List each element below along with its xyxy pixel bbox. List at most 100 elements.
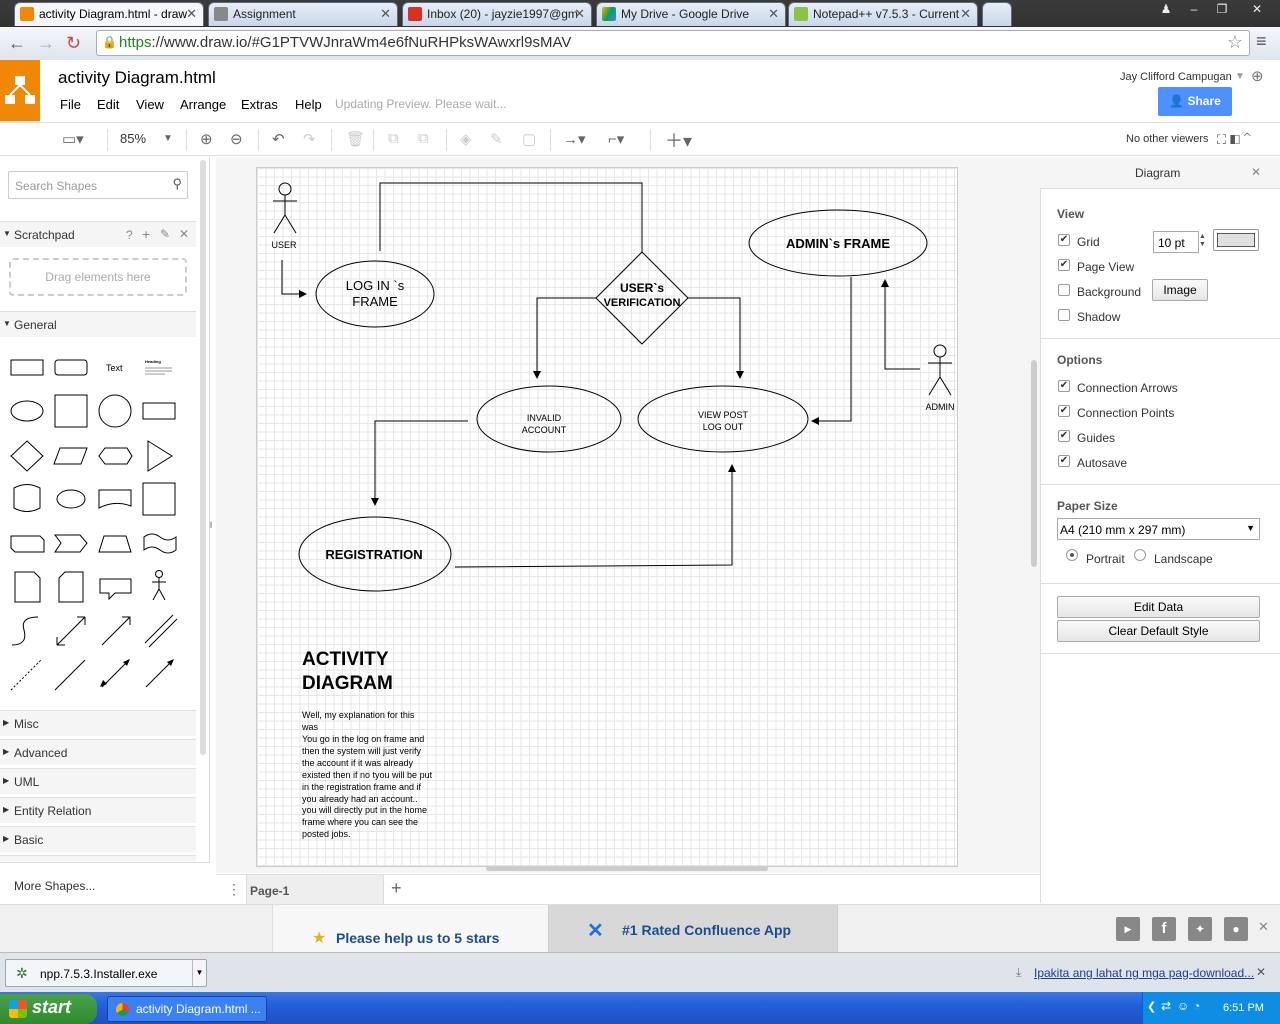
internal-storage-shape[interactable] <box>142 482 176 516</box>
close-tab-icon[interactable]: ✕ <box>960 6 971 22</box>
help-icon[interactable]: ? <box>126 228 133 242</box>
delete-icon[interactable]: 🗑 <box>346 130 365 148</box>
activity-diagram[interactable]: USER ADMIN LOG IN `s FRAME USER`s VERIFI… <box>256 167 958 867</box>
arrow-shape[interactable] <box>101 616 131 646</box>
note-shape[interactable] <box>14 571 41 603</box>
edit-data-button[interactable]: Edit Data <box>1057 596 1260 618</box>
general-header[interactable]: ▼ General <box>0 311 196 337</box>
clock[interactable]: 6:51 PM <box>1223 1002 1264 1014</box>
advanced-header[interactable]: ▶ Advanced <box>0 739 196 765</box>
text-shape[interactable]: Text <box>106 363 123 373</box>
grid-checkbox[interactable]: ✔ <box>1058 234 1070 246</box>
user-actor[interactable] <box>273 182 297 234</box>
grid-size-input[interactable]: 10 pt <box>1153 231 1199 253</box>
background-image-button[interactable]: Image <box>1152 279 1208 301</box>
guides-checkbox[interactable]: ✔ <box>1058 430 1070 442</box>
close-footer-icon[interactable]: ✕ <box>1258 919 1269 935</box>
process-shape[interactable] <box>142 402 176 420</box>
misc-header[interactable]: ▶ Misc <box>0 710 196 736</box>
triangle-shape[interactable] <box>147 440 173 472</box>
fullscreen-icon[interactable]: ⛶ ◧ ⌃ <box>1217 132 1251 148</box>
globe-icon[interactable]: ⊕ <box>1251 67 1264 85</box>
to-front-icon[interactable]: ⧉ <box>388 130 399 147</box>
sidebar-scrollbar[interactable] <box>200 160 206 755</box>
format-panel-icon[interactable]: ▭▾ <box>62 130 84 148</box>
close-tab-icon[interactable]: ✕ <box>768 6 779 22</box>
tray-expand-icon[interactable]: ❮ <box>1147 1000 1156 1013</box>
landscape-radio[interactable] <box>1134 549 1146 561</box>
line-color-icon[interactable]: ✎ <box>490 130 503 148</box>
close-tab-icon[interactable]: ✕ <box>186 6 197 22</box>
heading-shape[interactable]: Heading <box>145 359 161 364</box>
close-tab-icon[interactable]: ✕ <box>574 6 585 22</box>
dashed-line-shape[interactable] <box>10 659 42 691</box>
square-shape[interactable] <box>54 394 88 428</box>
confluence-banner[interactable]: ✕ #1 Rated Confluence App <box>548 905 838 953</box>
diamond-shape[interactable] <box>10 440 44 472</box>
tab-page-1[interactable]: Page-1 <box>246 875 384 905</box>
scratchpad-header[interactable]: ▼ Scratchpad ? + ✎ ✕ <box>0 221 196 247</box>
line-shape[interactable] <box>54 659 86 691</box>
rate-banner[interactable]: ★ Please help us to 5 stars <box>272 905 548 953</box>
zoom-select[interactable]: 85% <box>120 131 146 146</box>
pages-menu-icon[interactable]: ⋮ <box>227 881 241 898</box>
card-shape[interactable] <box>58 571 84 603</box>
insert-icon[interactable]: ＋▾ <box>665 127 692 153</box>
close-icon[interactable]: ✕ <box>179 227 189 241</box>
basic-header[interactable]: ▶ Basic <box>0 826 196 852</box>
tab-inbox[interactable]: Inbox (20) - jayzie1997@gm ✕ <box>402 2 592 26</box>
admin-actor[interactable] <box>928 344 952 396</box>
canvas-horizontal-scrollbar[interactable] <box>486 866 768 871</box>
uml-header[interactable]: ▶ UML <box>0 768 196 794</box>
hexagon-shape[interactable] <box>98 447 133 465</box>
start-button[interactable]: start <box>0 994 97 1024</box>
autosave-checkbox[interactable]: ✔ <box>1058 455 1070 467</box>
user-name[interactable]: Jay Clifford Campugan <box>1120 71 1232 83</box>
minimize-icon[interactable]: – <box>1180 0 1208 18</box>
link-shape[interactable] <box>144 614 178 648</box>
tab-google-drive[interactable]: My Drive - Google Drive ✕ <box>596 2 786 26</box>
facebook-icon[interactable]: f <box>1152 917 1176 941</box>
clear-default-style-button[interactable]: Clear Default Style <box>1057 620 1260 642</box>
url-input[interactable]: 🔒 https://www.draw.io/#G1PTVWJnraWm4e6fN… <box>96 30 1250 56</box>
tab-assignment[interactable]: Assignment ✕ <box>208 2 398 26</box>
network-icon[interactable]: ⇄ <box>1161 999 1171 1013</box>
messenger-icon[interactable]: ☺ <box>1177 999 1189 1013</box>
edge-admin-frame-to-viewpost[interactable] <box>811 277 852 425</box>
back-icon[interactable]: ← <box>8 33 26 54</box>
background-checkbox[interactable] <box>1058 284 1070 296</box>
entity-relation-header[interactable]: ▶ Entity Relation <box>0 797 196 823</box>
twitter-icon[interactable]: ✦ <box>1188 917 1212 941</box>
github-icon[interactable]: ● <box>1224 917 1248 941</box>
edge-user-to-login[interactable] <box>281 260 307 298</box>
reload-icon[interactable]: ↻ <box>66 33 81 54</box>
more-shapes-link[interactable]: More Shapes... <box>14 879 95 893</box>
cube-shape[interactable] <box>10 535 45 553</box>
chrome-menu-icon[interactable]: ≡ <box>1256 31 1267 52</box>
profile-icon[interactable]: ♟ <box>1152 0 1180 18</box>
waypoints-icon[interactable]: ⌐▾ <box>608 130 624 148</box>
new-tab-button[interactable] <box>982 2 1012 26</box>
edge-registration-to-viewpost[interactable] <box>454 464 736 568</box>
edge-login-to-verification[interactable] <box>379 182 643 252</box>
add-icon[interactable]: + <box>142 226 150 242</box>
scratchpad-dropzone[interactable]: Drag elements here <box>9 258 187 296</box>
document-title[interactable]: activity Diagram.html <box>58 68 216 88</box>
shadow-icon[interactable]: ▢ <box>522 130 536 148</box>
taskbar-item-chrome[interactable]: activity Diagram.html ... <box>107 996 267 1022</box>
document-shape[interactable] <box>98 489 132 509</box>
fill-color-icon[interactable]: ◈ <box>460 130 472 148</box>
chevron-down-icon[interactable]: ▼ <box>192 960 206 986</box>
rectangle-shape[interactable] <box>10 359 44 376</box>
zoom-out-icon[interactable]: ⊖ <box>230 130 243 148</box>
circle-shape[interactable] <box>98 394 132 428</box>
menu-extras[interactable]: Extras <box>241 97 278 112</box>
step-shape[interactable] <box>54 534 88 553</box>
close-window-icon[interactable]: ✕ <box>1240 0 1274 18</box>
curve-shape[interactable] <box>11 616 39 646</box>
menu-file[interactable]: File <box>60 97 81 112</box>
cloud-shape[interactable] <box>56 489 86 509</box>
edge-invalid-to-registration[interactable] <box>371 420 468 506</box>
connection-points-checkbox[interactable]: ✔ <box>1058 405 1070 417</box>
connection-arrows-checkbox[interactable]: ✔ <box>1058 380 1070 392</box>
